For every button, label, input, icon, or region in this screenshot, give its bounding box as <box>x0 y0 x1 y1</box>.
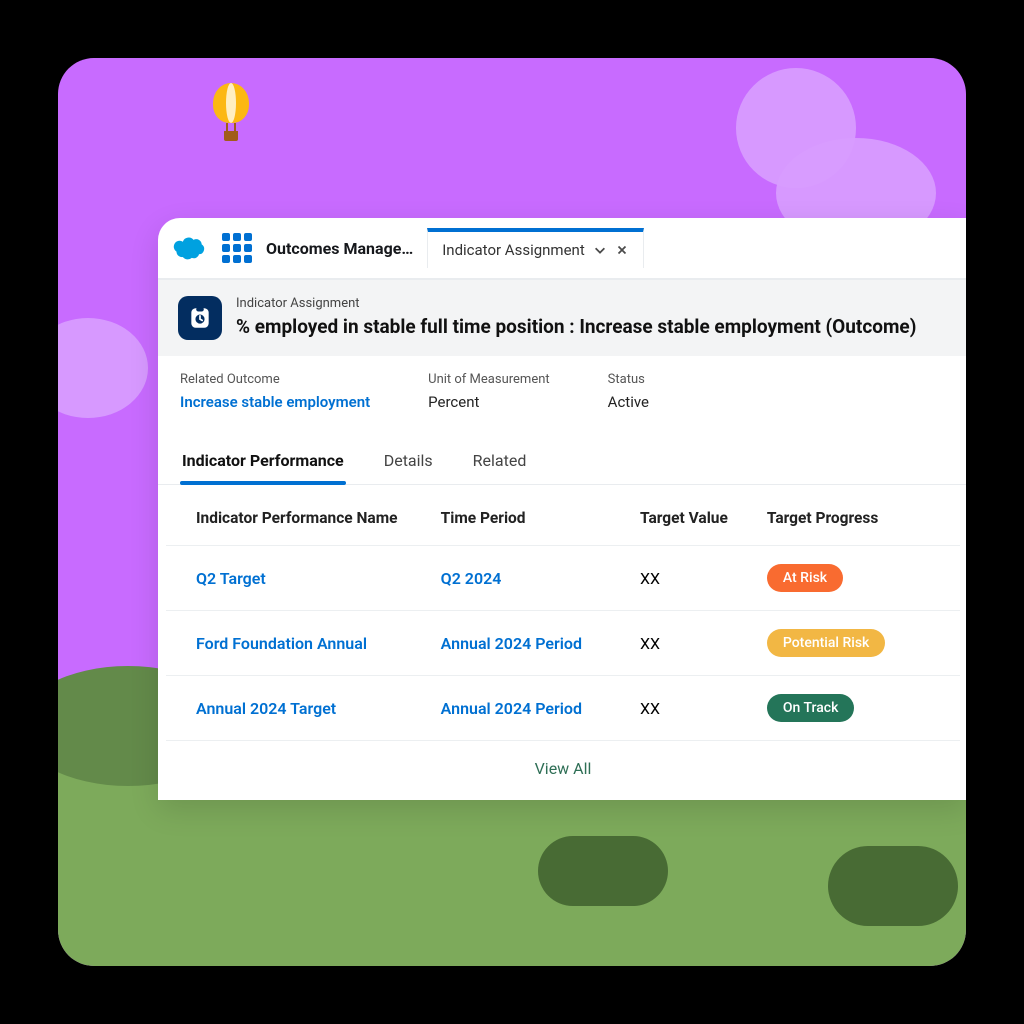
performance-name-link[interactable]: Annual 2024 Target <box>196 699 441 718</box>
target-value: XX <box>640 634 767 653</box>
target-value: XX <box>640 699 767 718</box>
chevron-down-icon[interactable] <box>593 243 607 257</box>
highlight-value: Percent <box>428 393 550 411</box>
bush-decoration <box>828 846 958 926</box>
related-outcome-link[interactable]: Increase stable employment <box>180 393 370 411</box>
col-header-name: Indicator Performance Name <box>196 509 441 527</box>
performance-table: Indicator Performance Name Time Period T… <box>158 485 966 800</box>
bush-decoration <box>538 836 668 906</box>
target-value: XX <box>640 569 767 588</box>
col-header-target: Target Value <box>640 509 767 527</box>
balloon-decoration <box>213 83 249 143</box>
highlight-value: Active <box>608 393 649 411</box>
record-header: Indicator Assignment % employed in stabl… <box>158 279 966 356</box>
highlight-label: Unit of Measurement <box>428 372 550 387</box>
scene-background: Outcomes Manage… Indicator Assignment <box>58 58 966 966</box>
app-name: Outcomes Manage… <box>266 239 427 258</box>
col-header-period: Time Period <box>441 509 640 527</box>
record-icon <box>178 296 222 340</box>
performance-name-link[interactable]: Ford Foundation Annual <box>196 634 441 653</box>
status-badge: At Risk <box>767 564 843 592</box>
view-all-link[interactable]: View All <box>166 741 960 800</box>
highlight-unit: Unit of Measurement Percent <box>428 372 550 411</box>
highlight-status: Status Active <box>608 372 649 411</box>
app-launcher-icon[interactable] <box>222 233 252 263</box>
time-period-link[interactable]: Q2 2024 <box>441 569 640 588</box>
salesforce-cloud-icon <box>172 235 208 261</box>
highlights-panel: Related Outcome Increase stable employme… <box>158 356 966 431</box>
performance-name-link[interactable]: Q2 Target <box>196 569 441 588</box>
cloud-decoration <box>58 318 148 418</box>
status-badge: Potential Risk <box>767 629 885 657</box>
tab-indicator-performance[interactable]: Indicator Performance <box>180 437 346 484</box>
tab-details[interactable]: Details <box>382 437 435 484</box>
top-bar: Outcomes Manage… Indicator Assignment <box>158 218 966 279</box>
record-tabs: Indicator Performance Details Related <box>158 437 966 485</box>
tab-related[interactable]: Related <box>471 437 529 484</box>
highlight-label: Related Outcome <box>180 372 370 387</box>
nav-tab-label: Indicator Assignment <box>442 241 585 259</box>
table-row: Ford Foundation Annual Annual 2024 Perio… <box>166 611 960 676</box>
record-title: % employed in stable full time position … <box>236 315 916 340</box>
col-header-progress: Target Progress <box>767 509 930 527</box>
record-object-label: Indicator Assignment <box>236 296 916 311</box>
nav-tab-indicator-assignment[interactable]: Indicator Assignment <box>427 228 644 268</box>
time-period-link[interactable]: Annual 2024 Period <box>441 699 640 718</box>
time-period-link[interactable]: Annual 2024 Period <box>441 634 640 653</box>
highlight-related-outcome: Related Outcome Increase stable employme… <box>180 372 370 411</box>
table-row: Q2 Target Q2 2024 XX At Risk <box>166 546 960 611</box>
highlight-label: Status <box>608 372 649 387</box>
table-header-row: Indicator Performance Name Time Period T… <box>166 491 960 546</box>
close-icon[interactable] <box>615 243 629 257</box>
table-row: Annual 2024 Target Annual 2024 Period XX… <box>166 676 960 741</box>
app-window: Outcomes Manage… Indicator Assignment <box>158 218 966 800</box>
status-badge: On Track <box>767 694 855 722</box>
